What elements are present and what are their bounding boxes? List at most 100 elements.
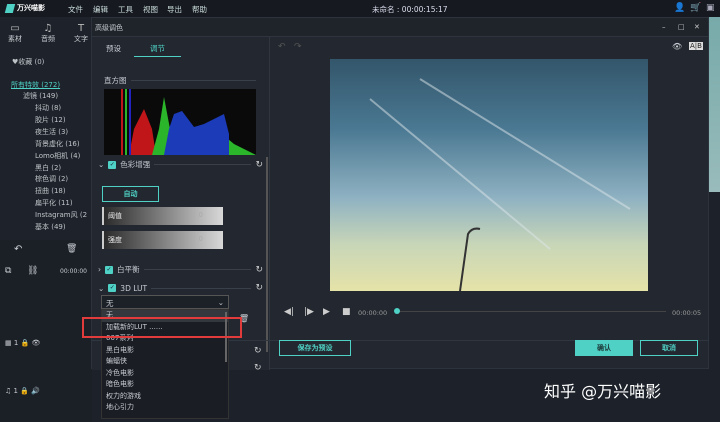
reset-icon[interactable]: ↻ <box>254 363 262 373</box>
menu-file[interactable]: 文件 <box>68 4 83 15</box>
section-3d-lut[interactable]: ⌄ ✓ 3D LUT ↻ <box>98 283 263 293</box>
threshold-slider[interactable]: 阈值 0 <box>102 207 223 225</box>
save-icon[interactable]: ▣ <box>706 3 715 13</box>
watermark: 知乎 @万兴喵影 <box>544 382 662 401</box>
menu-bar: 万兴喵影 文件 编辑 工具 视图 导出 帮助 未命名 : 00:00:15:17… <box>0 0 720 17</box>
cancel-button[interactable]: 取消 <box>640 340 698 356</box>
eye-icon[interactable]: 👁 <box>672 42 682 51</box>
delete-icon[interactable]: 🗑 <box>66 244 77 254</box>
reset-icon[interactable]: ↻ <box>255 160 263 170</box>
end-time: 00:00:05 <box>672 309 702 317</box>
histogram-label: 直方图 <box>104 76 127 85</box>
save-preset-button[interactable]: 保存为预设 <box>279 340 351 356</box>
histogram-red-line <box>121 89 123 155</box>
user-icon[interactable]: 👤 <box>674 3 685 13</box>
chevron-down-icon: ⌄ <box>217 298 224 307</box>
link-icon[interactable]: ⛓ <box>27 266 38 276</box>
video-preview <box>330 59 648 291</box>
step-play-icon[interactable]: |▶ <box>304 307 314 317</box>
lut-option[interactable]: 黑白电影 <box>102 345 228 357</box>
auto-button[interactable]: 自动 <box>102 186 159 202</box>
redo-icon[interactable]: ↷ <box>294 42 302 52</box>
section-label: 色彩增强 <box>120 160 151 169</box>
lut-option[interactable]: 地心引力 <box>102 402 228 414</box>
effect-item[interactable]: Instagram风 (2 <box>35 210 87 220</box>
dialog-titlebar: 高级调色 – □ ✕ <box>92 18 708 37</box>
effect-item[interactable]: 黑白 (2) <box>35 163 61 173</box>
effect-item[interactable]: 胶片 (12) <box>35 115 66 125</box>
maximize-button[interactable]: □ <box>678 23 685 31</box>
prev-frame-icon[interactable]: ◀| <box>284 307 294 317</box>
track-number: 1 <box>13 339 19 347</box>
chevron-down-icon[interactable]: ⌄ <box>98 284 104 293</box>
menu-export[interactable]: 导出 <box>167 4 182 15</box>
slider-value: 0 <box>198 211 203 219</box>
favorites[interactable]: ♥收藏 (0) <box>12 57 44 67</box>
effect-item[interactable]: 抖动 (8) <box>35 103 61 113</box>
timeline: ↶ 🗑 ⧉ ⛓ 00:00:00 ▦ 1 🔒 👁 ♫ 1 🔒 🔊 <box>0 240 92 422</box>
minimize-button[interactable]: – <box>662 23 666 31</box>
audio-track-label: ♫ 1 🔒 🔊 <box>5 387 40 395</box>
timeline-time: 00:00:00 <box>60 268 87 275</box>
chevron-down-icon[interactable]: ⌄ <box>98 160 104 169</box>
menu-edit[interactable]: 编辑 <box>93 4 108 15</box>
lut-option[interactable]: 暗色电影 <box>102 379 228 391</box>
checkbox-3d-lut[interactable]: ✓ <box>108 284 117 292</box>
app-name: 万兴喵影 <box>17 4 45 12</box>
undo-icon[interactable]: ↶ <box>278 42 286 52</box>
music-icon: ♫ <box>43 23 53 34</box>
effect-item[interactable]: Lomo相机 (4) <box>35 151 80 161</box>
streetlight-image <box>369 78 631 291</box>
effect-item[interactable]: 基本 (49) <box>35 222 66 232</box>
slider-value: 0 <box>198 235 203 243</box>
effect-item[interactable]: 棕色调 (2) <box>35 174 68 184</box>
highlight-box <box>82 317 242 338</box>
add-track-icon[interactable]: ⧉ <box>5 266 11 276</box>
tab-presets[interactable]: 预设 <box>106 43 121 54</box>
lut-option[interactable]: 蝙蝠侠 <box>102 356 228 368</box>
reset-icon[interactable]: ↻ <box>255 283 263 293</box>
menu-help[interactable]: 帮助 <box>192 4 207 15</box>
intensity-slider[interactable]: 强度 0 <box>102 231 223 249</box>
cart-icon[interactable]: 🛒 <box>690 3 701 13</box>
section-white-balance[interactable]: › ✓ 白平衡 ↻ <box>98 264 263 275</box>
close-button[interactable]: ✕ <box>694 23 700 31</box>
compare-icon[interactable]: A|B <box>689 42 703 50</box>
background-preview <box>709 17 720 192</box>
slider-label: 强度 <box>108 236 122 244</box>
progress-knob[interactable] <box>394 308 400 314</box>
pane-scrollbar[interactable] <box>266 157 268 352</box>
menu-tools[interactable]: 工具 <box>118 4 133 15</box>
lut-select[interactable]: 无 ⌄ <box>101 295 229 309</box>
progress-track[interactable] <box>396 311 666 312</box>
effect-item[interactable]: 扭曲 (18) <box>35 186 66 196</box>
histogram-header: 直方图 <box>104 75 256 86</box>
undo-icon[interactable]: ↶ <box>14 244 22 255</box>
play-icon[interactable]: ▶ <box>323 307 330 317</box>
folder-icon: ▭ <box>10 23 20 34</box>
tab-media[interactable]: ▭ 素材 <box>0 23 30 44</box>
lut-option[interactable]: 权力的游戏 <box>102 391 228 403</box>
effect-item[interactable]: 背景虚化 (16) <box>35 139 80 149</box>
all-effects[interactable]: 所有特效 (272) <box>11 80 60 90</box>
confirm-button[interactable]: 确认 <box>575 340 633 356</box>
current-time: 00:00:00 <box>358 309 388 317</box>
reset-icon[interactable]: ↻ <box>254 346 262 356</box>
tab-audio[interactable]: ♫ 音频 <box>33 23 63 44</box>
section-label: 3D LUT <box>120 283 148 293</box>
filter-category[interactable]: 滤镜 (149) <box>23 91 58 101</box>
checkbox-white-balance[interactable]: ✓ <box>105 265 113 274</box>
app-logo: 万兴喵影 <box>4 3 45 13</box>
tab-adjust[interactable]: 调节 <box>134 43 181 57</box>
lut-option[interactable]: 冷色电影 <box>102 368 228 380</box>
checkbox-color-enhance[interactable]: ✓ <box>108 160 117 169</box>
tab-label: 文字 <box>74 35 88 43</box>
chevron-right-icon[interactable]: › <box>98 265 101 274</box>
section-color-enhance[interactable]: ⌄ ✓ 色彩增强 ↻ <box>98 159 263 170</box>
reset-icon[interactable]: ↻ <box>255 265 263 275</box>
effect-item[interactable]: 夜生活 (3) <box>35 127 68 137</box>
stop-icon[interactable]: ■ <box>342 307 351 317</box>
histogram-red <box>129 109 156 155</box>
menu-view[interactable]: 视图 <box>143 4 158 15</box>
effect-item[interactable]: 扁平化 (11) <box>35 198 73 208</box>
